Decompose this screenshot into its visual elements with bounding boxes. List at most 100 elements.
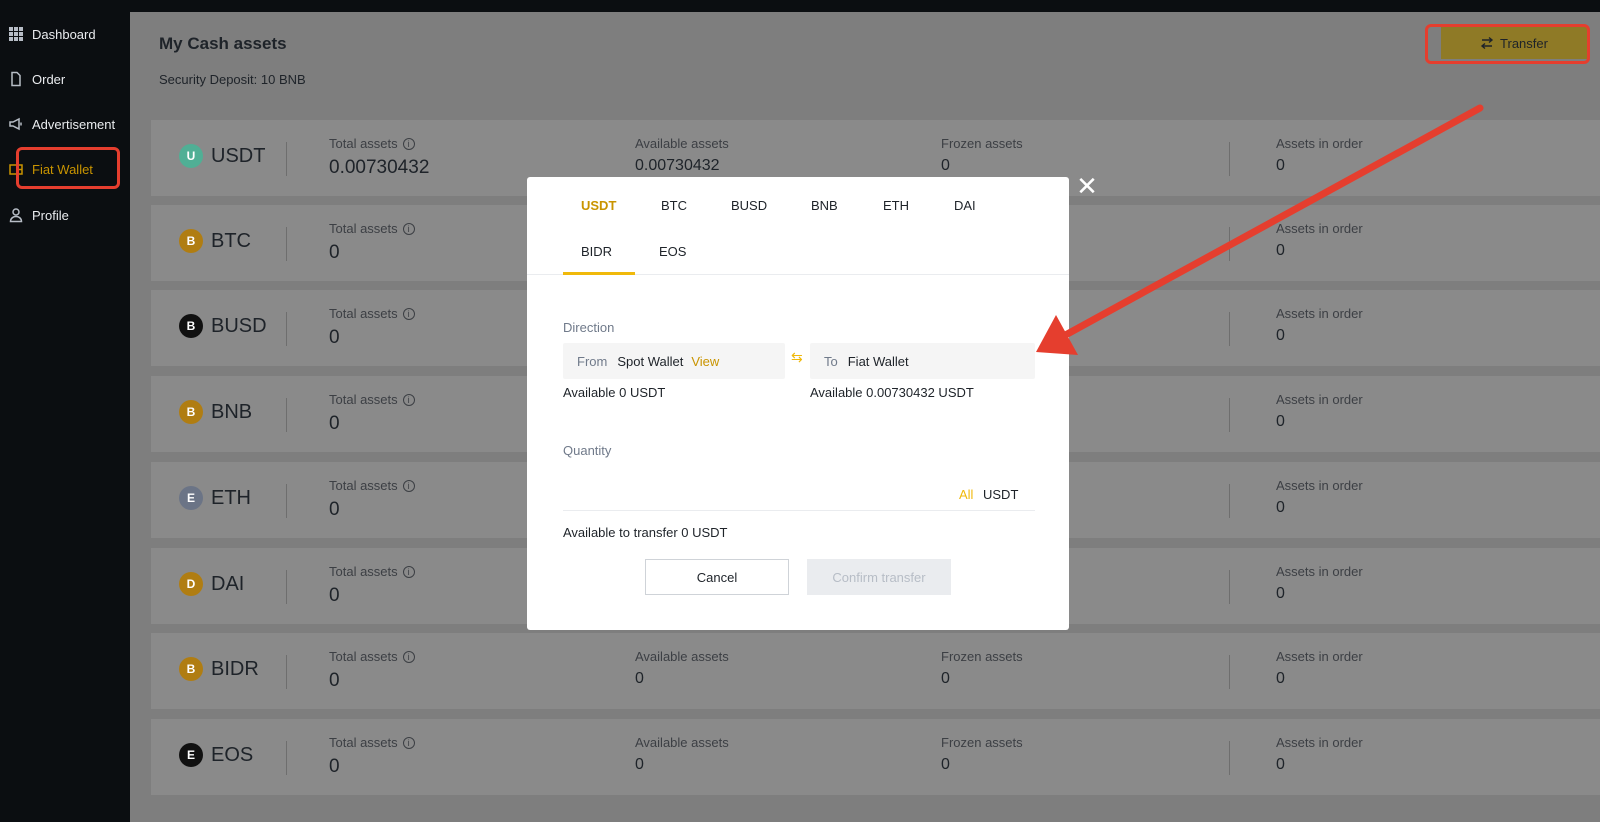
coin-icon: E bbox=[179, 486, 203, 510]
view-link[interactable]: View bbox=[691, 354, 719, 369]
assets-in-order-label: Assets in order bbox=[1276, 735, 1363, 750]
available-assets-cell: Available assets 0.00730432 bbox=[635, 136, 729, 175]
frozen-assets-value: 0 bbox=[941, 756, 950, 773]
from-prefix: From bbox=[577, 353, 608, 369]
total-assets-cell: Total assets i 0 bbox=[329, 735, 415, 778]
sidebar-item-order[interactable]: Order bbox=[8, 67, 65, 91]
assets-in-order-cell: Assets in order 0 bbox=[1276, 221, 1363, 260]
available-assets-value: 0.00730432 bbox=[635, 157, 720, 174]
user-icon bbox=[8, 207, 24, 223]
frozen-assets-cell: Frozen assets 0 bbox=[941, 649, 1023, 688]
info-icon[interactable]: i bbox=[402, 307, 415, 320]
assets-in-order-value: 0 bbox=[1276, 585, 1285, 602]
divider bbox=[1229, 484, 1230, 518]
coin-name: BNB bbox=[211, 400, 253, 423]
available-assets-label: Available assets bbox=[635, 649, 729, 664]
assets-in-order-value: 0 bbox=[1276, 157, 1285, 174]
from-wallet-value: Spot Wallet bbox=[617, 353, 684, 369]
divider bbox=[1229, 570, 1230, 604]
active-tab-indicator bbox=[563, 272, 635, 275]
asset-row: B BIDR Total assets i 0 Available assets … bbox=[151, 633, 1600, 709]
frozen-assets-label: Frozen assets bbox=[941, 136, 1023, 151]
sidebar-item-dashboard[interactable]: Dashboard bbox=[8, 22, 96, 46]
tab-eth[interactable]: ETH bbox=[883, 198, 909, 213]
grid-icon bbox=[8, 26, 24, 42]
coin-name: DAI bbox=[211, 572, 245, 595]
coin-name: BTC bbox=[211, 229, 251, 252]
assets-in-order-cell: Assets in order 0 bbox=[1276, 392, 1363, 431]
coin-cell: E ETH bbox=[179, 486, 251, 510]
available-assets-cell: Available assets 0 bbox=[635, 649, 729, 688]
quantity-input[interactable] bbox=[563, 477, 943, 507]
divider bbox=[1229, 655, 1230, 689]
all-button[interactable]: All bbox=[959, 487, 973, 502]
close-icon[interactable]: ✕ bbox=[1076, 173, 1098, 199]
sidebar-item-label: Advertisement bbox=[32, 116, 116, 132]
info-icon[interactable]: i bbox=[402, 736, 415, 749]
assets-in-order-value: 0 bbox=[1276, 670, 1285, 687]
tab-dai[interactable]: DAI bbox=[954, 198, 976, 213]
coin-cell: U USDT bbox=[179, 144, 265, 168]
assets-in-order-label: Assets in order bbox=[1276, 392, 1363, 407]
total-assets-cell: Total assets i 0 bbox=[329, 221, 415, 264]
asset-row: E EOS Total assets i 0 Available assets 0… bbox=[151, 719, 1600, 795]
tab-usdt[interactable]: USDT bbox=[581, 198, 616, 213]
coin-name: ETH bbox=[211, 486, 251, 509]
available-assets-cell: Available assets 0 bbox=[635, 735, 729, 774]
assets-in-order-cell: Assets in order 0 bbox=[1276, 564, 1363, 603]
info-icon[interactable]: i bbox=[402, 479, 415, 492]
total-assets-label: Total assets bbox=[329, 478, 398, 493]
swap-direction-icon[interactable]: ⇆ bbox=[791, 349, 803, 366]
info-icon[interactable]: i bbox=[402, 222, 415, 235]
info-icon[interactable]: i bbox=[402, 393, 415, 406]
to-wallet-field[interactable]: To Fiat Wallet bbox=[810, 343, 1035, 379]
frozen-assets-label: Frozen assets bbox=[941, 649, 1023, 664]
available-assets-label: Available assets bbox=[635, 735, 729, 750]
info-icon[interactable]: i bbox=[402, 137, 415, 150]
tab-bnb[interactable]: BNB bbox=[811, 198, 838, 213]
sidebar-item-advertisement[interactable]: Advertisement bbox=[8, 112, 115, 136]
tab-bidr[interactable]: BIDR bbox=[581, 244, 612, 259]
info-icon[interactable]: i bbox=[402, 565, 415, 578]
page-title: My Cash assets bbox=[159, 34, 287, 53]
top-bar bbox=[130, 0, 1600, 12]
quantity-unit: USDT bbox=[983, 487, 1019, 502]
total-assets-cell: Total assets i 0 bbox=[329, 478, 415, 521]
assets-in-order-value: 0 bbox=[1276, 413, 1285, 430]
coin-icon: E bbox=[179, 743, 203, 767]
coin-name: BIDR bbox=[211, 657, 259, 680]
tab-eos[interactable]: EOS bbox=[659, 244, 686, 259]
divider bbox=[286, 655, 287, 689]
sidebar: Dashboard Order Advertisement Fiat Walle… bbox=[0, 0, 130, 822]
total-assets-label: Total assets bbox=[329, 306, 398, 321]
from-wallet-field[interactable]: From Spot Wallet View bbox=[563, 343, 785, 379]
frozen-assets-value: 0 bbox=[941, 670, 950, 687]
divider bbox=[1229, 398, 1230, 432]
assets-in-order-label: Assets in order bbox=[1276, 221, 1363, 236]
cancel-button[interactable]: Cancel bbox=[645, 559, 789, 595]
to-available: Available 0.00730432 USDT bbox=[810, 385, 974, 400]
sidebar-item-label: Dashboard bbox=[32, 26, 96, 42]
divider bbox=[1229, 227, 1230, 261]
total-assets-value: 0 bbox=[329, 327, 340, 348]
total-assets-cell: Total assets i 0 bbox=[329, 392, 415, 435]
direction-label: Direction bbox=[563, 320, 615, 335]
divider bbox=[286, 398, 287, 432]
to-wallet-value: Fiat Wallet bbox=[847, 353, 909, 369]
coin-icon: B bbox=[179, 400, 203, 424]
highlight-box-transfer bbox=[1425, 24, 1590, 64]
coin-cell: D DAI bbox=[179, 572, 244, 596]
total-assets-label: Total assets bbox=[329, 392, 398, 407]
assets-in-order-label: Assets in order bbox=[1276, 478, 1363, 493]
confirm-transfer-button[interactable]: Confirm transfer bbox=[807, 559, 951, 595]
total-assets-label: Total assets bbox=[329, 136, 398, 151]
available-to-transfer: Available to transfer 0 USDT bbox=[563, 525, 728, 540]
coin-tabs: USDT BTC BUSD BNB ETH DAI BIDR EOS bbox=[527, 177, 1069, 275]
tab-busd[interactable]: BUSD bbox=[731, 198, 767, 213]
tab-btc[interactable]: BTC bbox=[661, 198, 687, 213]
sidebar-item-profile[interactable]: Profile bbox=[8, 203, 69, 227]
info-icon[interactable]: i bbox=[402, 650, 415, 663]
assets-in-order-value: 0 bbox=[1276, 756, 1285, 773]
coin-name: BUSD bbox=[211, 314, 267, 337]
coin-icon: D bbox=[179, 572, 203, 596]
